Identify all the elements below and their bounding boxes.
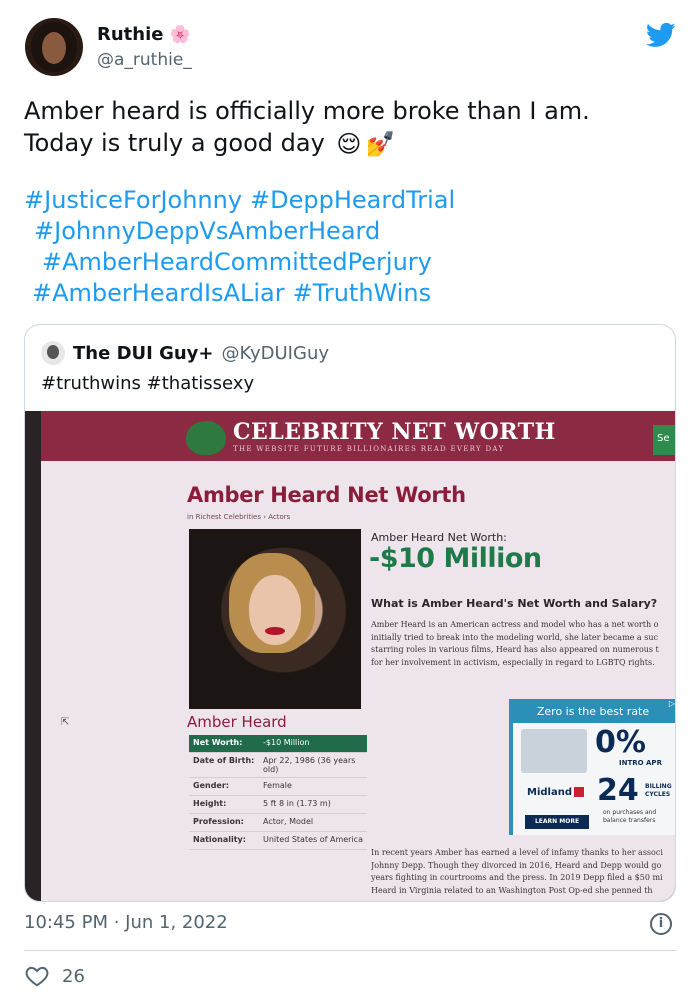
site-header-bar: CELEBRITY NET WORTH THE WEBSITE FUTURE B… bbox=[41, 411, 675, 461]
fact-row: Profession: Actor, Model bbox=[189, 814, 367, 832]
fact-value: -$10 Million bbox=[263, 738, 310, 747]
author-name-row: Ruthie 🌸 bbox=[97, 24, 191, 45]
bio-paragraph: Amber Heard is an American actress and m… bbox=[371, 619, 675, 669]
like-count: 26 bbox=[62, 965, 85, 987]
hashtag-link[interactable]: #AmberHeardIsALiar bbox=[32, 279, 285, 307]
ad-fineprint-2: balance transfers bbox=[603, 817, 656, 824]
tweet-text: Amber heard is officially more broke tha… bbox=[24, 95, 674, 160]
fact-value: 5 ft 8 in (1.73 m) bbox=[263, 799, 331, 808]
bio-line: for her involvement in activism, especia… bbox=[371, 657, 655, 667]
avatar[interactable] bbox=[25, 18, 83, 76]
midland-ad: ▷ Zero is the best rate 0% INTRO APR Mid… bbox=[509, 699, 675, 835]
fact-key: Net Worth: bbox=[193, 738, 243, 747]
fact-row: Nationality: United States of America bbox=[189, 832, 367, 850]
hashtag-link[interactable]: #DeppHeardTrial bbox=[250, 186, 455, 214]
ad-billing-label: BILLING bbox=[645, 783, 672, 790]
page-title: Amber Heard Net Worth bbox=[187, 483, 466, 507]
hashtag-line: #AmberHeardCommittedPerjury bbox=[24, 247, 674, 278]
bio-line: Johnny Depp. Though they divorced in 201… bbox=[371, 860, 662, 870]
fact-key: Nationality: bbox=[193, 835, 246, 844]
hashtag-line: #JohnnyDeppVsAmberHeard bbox=[24, 216, 674, 247]
hashtags: #JusticeForJohnny #DeppHeardTrial #Johnny… bbox=[24, 185, 674, 309]
fact-row: Date of Birth: Apr 22, 1986 (36 years old… bbox=[189, 753, 367, 778]
midland-logo-icon bbox=[574, 787, 584, 797]
quoted-header: The DUI Guy+ @KyDUIGuy bbox=[41, 341, 329, 365]
bio-line: initially tried to break into the modeli… bbox=[371, 632, 658, 642]
divider bbox=[24, 950, 676, 951]
fact-value: United States of America bbox=[263, 835, 363, 844]
bio-line: In recent years Amber has earned a level… bbox=[371, 848, 663, 857]
ad-brand: Midland bbox=[527, 787, 584, 798]
quoted-photo[interactable]: CELEBRITY NET WORTH THE WEBSITE FUTURE B… bbox=[25, 411, 675, 901]
piggy-bank-logo-icon bbox=[186, 421, 226, 455]
quoted-author-name: The DUI Guy+ bbox=[73, 342, 214, 364]
net-worth-value: -$10 Million bbox=[369, 543, 542, 574]
fact-key: Height: bbox=[193, 799, 227, 808]
bio-paragraph-2: In recent years Amber has earned a level… bbox=[371, 847, 675, 897]
author-handle[interactable]: @a_ruthie_ bbox=[97, 50, 192, 70]
nail-polish-emoji: 💅 bbox=[365, 130, 396, 158]
fact-key: Profession: bbox=[193, 817, 244, 826]
ad-fineprint: on purchases and balance transfers bbox=[603, 809, 656, 825]
info-icon[interactable]: i bbox=[650, 913, 672, 935]
ad-fineprint-1: on purchases and bbox=[603, 809, 657, 816]
breadcrumb: in Richest Celebrities › Actors bbox=[187, 513, 291, 521]
credit-card-icon bbox=[521, 729, 587, 773]
hashtag-line: #AmberHeardIsALiar #TruthWins bbox=[24, 278, 674, 309]
ad-cycles-number: 24 bbox=[597, 773, 639, 808]
ad-cycles-label: BILLING CYCLES bbox=[645, 783, 672, 799]
like-action[interactable]: 26 bbox=[24, 963, 85, 989]
ad-brand-name: Midland bbox=[527, 787, 572, 798]
site-search-button: Se bbox=[653, 425, 675, 455]
heart-icon[interactable] bbox=[24, 963, 50, 989]
tweet-header: Ruthie 🌸 @a_ruthie_ bbox=[25, 18, 680, 80]
fact-row: Height: 5 ft 8 in (1.73 m) bbox=[189, 796, 367, 814]
facts-table: Net Worth: -$10 Million Date of Birth: Apr… bbox=[189, 735, 367, 850]
profile-name: Amber Heard bbox=[187, 713, 287, 731]
fact-key: Gender: bbox=[193, 781, 229, 790]
tweet-timestamp[interactable]: 10:45 PM · Jun 1, 2022 bbox=[24, 912, 228, 933]
bio-line: years fighting in courtrooms and the pre… bbox=[371, 873, 663, 882]
tweet-line-1: Amber heard is officially more broke tha… bbox=[24, 97, 590, 125]
hashtag-line: #JusticeForJohnny #DeppHeardTrial bbox=[24, 185, 674, 216]
site-name: CELEBRITY NET WORTH bbox=[233, 419, 556, 445]
author-name[interactable]: Ruthie bbox=[97, 24, 163, 45]
quoted-text: #truthwins #thatissexy bbox=[41, 373, 255, 394]
fact-key: Date of Birth: bbox=[193, 756, 255, 765]
tweet-line-2: Today is truly a good day 😌 💅 bbox=[24, 127, 674, 160]
flower-emoji: 🌸 bbox=[169, 24, 191, 45]
ad-intro-apr: INTRO APR bbox=[619, 759, 662, 767]
fact-row: Net Worth: -$10 Million bbox=[189, 735, 367, 753]
ad-title: Zero is the best rate bbox=[536, 705, 650, 718]
bio-line: Amber Heard is an American actress and m… bbox=[371, 620, 659, 629]
quoted-avatar bbox=[41, 341, 65, 365]
ad-cycles-text: CYCLES bbox=[645, 791, 671, 798]
fact-value: Actor, Model bbox=[263, 817, 314, 826]
fact-value: Female bbox=[263, 781, 292, 790]
portrait-photo bbox=[189, 529, 361, 709]
tweet-line-2-text: Today is truly a good day bbox=[24, 129, 325, 157]
quoted-tweet[interactable]: The DUI Guy+ @KyDUIGuy #truthwins #thati… bbox=[24, 324, 676, 902]
fact-row: Gender: Female bbox=[189, 778, 367, 796]
ad-panel: 0% INTRO APR Midland 24 BILLING CYCLES on… bbox=[513, 723, 675, 835]
bio-line: starring roles in various films, Heard h… bbox=[371, 645, 659, 654]
photographed-screen: CELEBRITY NET WORTH THE WEBSITE FUTURE B… bbox=[41, 411, 675, 901]
ad-learn-more-button: LEARN MORE bbox=[525, 815, 589, 829]
hashtag-link[interactable]: #JohnnyDeppVsAmberHeard bbox=[34, 217, 380, 245]
site-tagline: THE WEBSITE FUTURE BILLIONAIRES READ EVE… bbox=[233, 445, 505, 453]
ad-percent: 0% bbox=[595, 725, 646, 760]
bio-line: Heard in Virginia related to an Washingt… bbox=[371, 885, 653, 895]
mouse-cursor-icon: ⇱ bbox=[61, 717, 70, 728]
hashtag-link[interactable]: #TruthWins bbox=[293, 279, 432, 307]
hashtag-link[interactable]: #JusticeForJohnny bbox=[24, 186, 242, 214]
question-heading: What is Amber Heard's Net Worth and Sala… bbox=[371, 597, 658, 610]
fact-value: Apr 22, 1986 (36 years old) bbox=[263, 756, 356, 774]
relieved-emoji: 😌 bbox=[336, 130, 362, 158]
twitter-bird-icon[interactable] bbox=[644, 20, 678, 50]
quoted-author-handle: @KyDUIGuy bbox=[221, 342, 330, 364]
hashtag-link[interactable]: #AmberHeardCommittedPerjury bbox=[42, 248, 432, 276]
